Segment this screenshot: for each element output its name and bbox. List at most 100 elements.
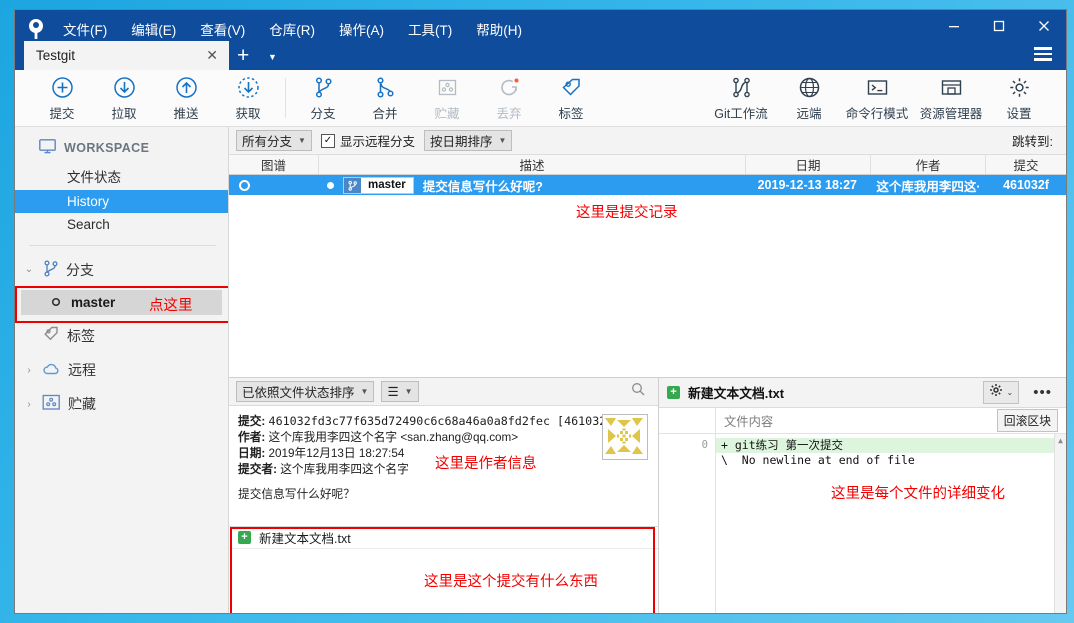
table-row[interactable]: master 提交信息写什么好呢? 2019-12-13 18:27 这个库我用… bbox=[229, 175, 1066, 195]
toolbar-remote-button[interactable]: 远端 bbox=[778, 75, 840, 122]
sidebar-branch-label: master bbox=[71, 295, 116, 310]
sidebar-item-history[interactable]: History bbox=[15, 190, 228, 213]
menu-file[interactable]: 文件(F) bbox=[60, 20, 110, 42]
commit-committer-key: 提交者: bbox=[238, 463, 277, 476]
app-menu-hamburger-icon[interactable] bbox=[1034, 47, 1052, 64]
toolbar-stash-button[interactable]: 贮藏 bbox=[416, 75, 478, 122]
commit-author-key: 作者: bbox=[238, 431, 266, 444]
sidebar-item-file-status[interactable]: 文件状态 bbox=[15, 162, 228, 190]
diff-more-options-icon[interactable]: ••• bbox=[1027, 384, 1058, 401]
branch-icon bbox=[311, 75, 336, 100]
toolbar-tag-button[interactable]: 标签 bbox=[540, 75, 602, 122]
toolbar-branch-label: 分支 bbox=[310, 106, 336, 121]
sidebar-group-stashes[interactable]: › 贮藏 bbox=[15, 387, 228, 421]
toolbar-pull-button[interactable]: 拉取 bbox=[93, 75, 155, 122]
show-remote-branches-checkbox[interactable]: ✓ 显示远程分支 bbox=[320, 131, 415, 150]
sidebar-group-remotes[interactable]: › 远程 bbox=[15, 353, 228, 387]
main-panel: 所有分支 ▼ ✓ 显示远程分支 按日期排序 ▼ 跳转到: 图谱 描述 日期 作者 bbox=[229, 127, 1066, 613]
list-item[interactable]: + 新建文本文档.txt bbox=[229, 527, 658, 549]
folder-explorer-icon bbox=[939, 75, 964, 100]
diff-line-meta: \ No newline at end of file bbox=[721, 453, 915, 467]
column-header-description[interactable]: 描述 bbox=[319, 155, 746, 174]
column-header-date[interactable]: 日期 bbox=[746, 155, 871, 174]
tab-list-chevron-down-icon[interactable]: ▼ bbox=[268, 52, 277, 62]
repository-tab[interactable]: Testgit ✕ bbox=[24, 41, 229, 70]
toolbar-explorer-button[interactable]: 资源管理器 bbox=[914, 75, 988, 122]
sort-order-value: 按日期排序 bbox=[429, 135, 493, 149]
toolbar-discard-label: 丢弃 bbox=[496, 106, 522, 121]
branch-chip[interactable]: master bbox=[343, 176, 414, 194]
menu-view[interactable]: 查看(V) bbox=[197, 20, 248, 42]
sidebar-group-tags[interactable]: 标签 bbox=[15, 318, 228, 353]
rollback-hunk-button[interactable]: 回滚区块 bbox=[996, 409, 1058, 432]
menu-repository[interactable]: 仓库(R) bbox=[266, 20, 318, 42]
sidebar-divider bbox=[29, 245, 216, 246]
toolbar-right-group: Git工作流 远端 命令行模式 资源管理器 设置 bbox=[704, 75, 1050, 122]
toolbar-fetch-button[interactable]: 获取 bbox=[217, 75, 279, 122]
menu-tools[interactable]: 工具(T) bbox=[405, 20, 455, 42]
file-sort-dropdown[interactable]: 已依照文件状态排序 ▼ bbox=[236, 381, 375, 402]
toolbar-terminal-label: 命令行模式 bbox=[845, 106, 909, 121]
chevron-right-icon[interactable]: › bbox=[23, 365, 35, 376]
chevron-down-icon: ▼ bbox=[498, 136, 507, 145]
commit-list[interactable]: master 提交信息写什么好呢? 2019-12-13 18:27 这个库我用… bbox=[229, 175, 1066, 378]
toolbar-push-button[interactable]: 推送 bbox=[155, 75, 217, 122]
sidebar-branch-master[interactable]: master bbox=[21, 290, 222, 315]
toolbar-merge-button[interactable]: 合并 bbox=[354, 75, 416, 122]
toolbar-discard-button[interactable]: 丢弃 bbox=[478, 75, 540, 122]
diff-settings-button[interactable]: ⌄ bbox=[982, 381, 1020, 404]
file-sort-value: 已依照文件状态排序 bbox=[242, 386, 355, 400]
gear-icon bbox=[989, 383, 1003, 402]
menu-edit[interactable]: 编辑(E) bbox=[128, 20, 179, 42]
menu-actions[interactable]: 操作(A) bbox=[336, 20, 387, 42]
title-bar: 文件(F) 编辑(E) 查看(V) 仓库(R) 操作(A) 工具(T) 帮助(H… bbox=[15, 10, 1066, 70]
toolbar-commit-button[interactable]: 提交 bbox=[31, 75, 93, 122]
commit-description-cell: master 提交信息写什么好呢? bbox=[319, 176, 746, 195]
tag-icon bbox=[559, 75, 584, 100]
gear-icon bbox=[1007, 75, 1032, 100]
sidebar-item-search[interactable]: Search bbox=[15, 213, 228, 236]
commit-hash: 461032f bbox=[1003, 178, 1049, 192]
file-name: 新建文本文档.txt bbox=[259, 532, 351, 546]
view-mode-dropdown[interactable]: ☰ ▼ bbox=[381, 381, 419, 402]
annotation-commit-contents: 这里是这个提交有什么东西 bbox=[424, 574, 598, 590]
sidebar-group-stashes-label: 贮藏 bbox=[68, 396, 96, 412]
history-column-headers: 图谱 描述 日期 作者 提交 bbox=[229, 155, 1066, 175]
diff-content[interactable]: 0 + git练习 第一次提交 \ No newline at end of f… bbox=[659, 434, 1066, 613]
tab-close-icon[interactable]: ✕ bbox=[203, 47, 221, 64]
toolbar-separator bbox=[285, 78, 286, 118]
new-tab-icon[interactable]: + bbox=[237, 45, 249, 66]
chevron-down-icon[interactable]: ⌄ bbox=[23, 264, 35, 275]
close-button[interactable] bbox=[1021, 10, 1066, 41]
toolbar-tag-label: 标签 bbox=[558, 106, 584, 121]
toolbar-explorer-label: 资源管理器 bbox=[919, 106, 983, 121]
column-header-commit[interactable]: 提交 bbox=[986, 155, 1066, 174]
gitflow-icon bbox=[729, 75, 754, 100]
column-header-graph[interactable]: 图谱 bbox=[229, 155, 319, 174]
toolbar-settings-button[interactable]: 设置 bbox=[988, 75, 1050, 122]
toolbar-terminal-button[interactable]: 命令行模式 bbox=[840, 75, 914, 122]
toolbar-branch-button[interactable]: 分支 bbox=[292, 75, 354, 122]
toolbar-pull-label: 拉取 bbox=[111, 106, 137, 121]
toolbar-gitflow-button[interactable]: Git工作流 bbox=[704, 75, 778, 122]
menu-help[interactable]: 帮助(H) bbox=[473, 20, 525, 42]
maximize-button[interactable] bbox=[976, 10, 1021, 41]
column-header-author[interactable]: 作者 bbox=[871, 155, 986, 174]
branch-dot-icon bbox=[51, 295, 61, 310]
diff-scrollbar[interactable]: ▲ bbox=[1054, 434, 1066, 613]
scroll-up-arrow-icon[interactable]: ▲ bbox=[1055, 434, 1066, 446]
chevron-right-icon[interactable]: › bbox=[23, 399, 35, 410]
changed-file-list[interactable]: + 新建文本文档.txt 这里是这个提交有什么东西 bbox=[229, 526, 658, 613]
minimize-button[interactable] bbox=[931, 10, 976, 41]
sidebar-group-branches[interactable]: ⌄ 分支 bbox=[15, 252, 228, 287]
show-remote-branches-label: 显示远程分支 bbox=[339, 135, 415, 149]
sourcetree-window: 文件(F) 编辑(E) 查看(V) 仓库(R) 操作(A) 工具(T) 帮助(H… bbox=[14, 9, 1067, 614]
sort-order-dropdown[interactable]: 按日期排序 ▼ bbox=[423, 130, 513, 151]
branch-filter-dropdown[interactable]: 所有分支 ▼ bbox=[236, 130, 312, 151]
search-icon[interactable] bbox=[631, 382, 651, 401]
sidebar-group-remotes-label: 远程 bbox=[68, 362, 96, 378]
branch-filter-value: 所有分支 bbox=[242, 135, 293, 149]
desktop-background: 文件(F) 编辑(E) 查看(V) 仓库(R) 操作(A) 工具(T) 帮助(H… bbox=[0, 0, 1074, 623]
branch-icon bbox=[42, 259, 59, 280]
commit-metadata: 提交: 461032fd3c77f635d72490c6c68a46a0a8fd… bbox=[229, 406, 658, 526]
